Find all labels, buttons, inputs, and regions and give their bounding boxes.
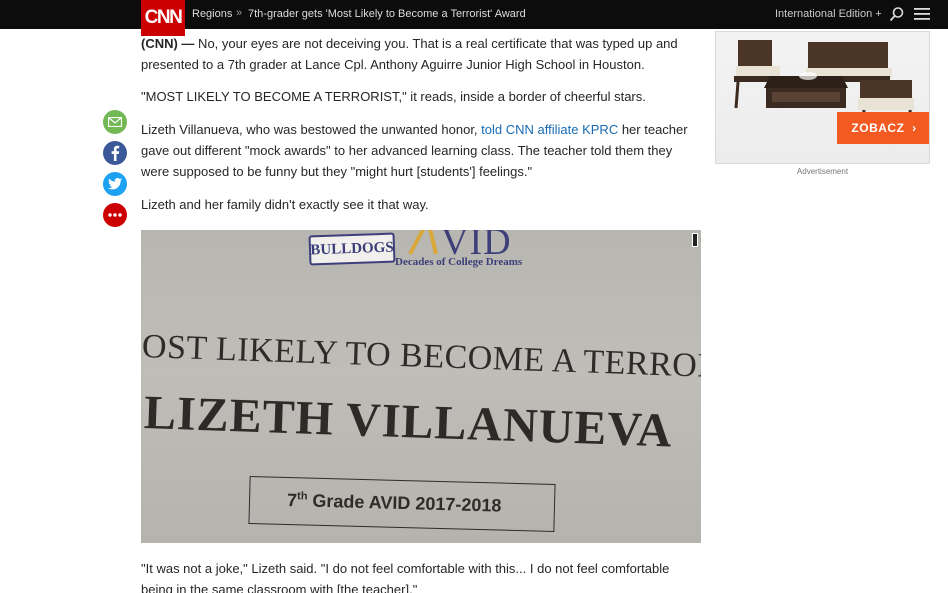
email-share-button[interactable] xyxy=(103,110,127,134)
ad-cta-label: ZOBACZ xyxy=(851,121,905,135)
facebook-icon xyxy=(111,145,120,161)
advertisement-banner[interactable]: ZOBACZ › xyxy=(715,31,930,164)
article-paragraph-5: "It was not a joke," Lizeth said. "I do … xyxy=(141,561,670,593)
twitter-share-button[interactable] xyxy=(103,172,127,196)
photo-options-icon[interactable] xyxy=(692,233,698,247)
avid-tagline: Decades of College Dreams xyxy=(395,256,523,268)
menu-icon[interactable] xyxy=(914,7,930,21)
breadcrumb-title: 7th-grader gets 'Most Likely to Become a… xyxy=(248,8,526,20)
article-paragraph-3: Lizeth Villanueva, who was bestowed the … xyxy=(141,119,701,182)
patio-furniture-image xyxy=(734,40,914,133)
award-title: OST LIKELY TO BECOME A TERRORIS xyxy=(141,328,701,387)
article-paragraph-1: (CNN) — No, your eyes are not deceiving … xyxy=(141,33,701,75)
email-icon xyxy=(108,117,122,127)
advertisement-label: Advertisement xyxy=(796,167,849,176)
avid-logo-mark xyxy=(408,230,438,255)
cnn-logo[interactable]: CNN xyxy=(141,0,185,36)
chevron-right-icon: › xyxy=(912,121,917,135)
grade-number: 7 xyxy=(286,490,298,511)
breadcrumb-section[interactable]: Regions xyxy=(192,8,232,20)
article-photo-certificate: BULLDOGS VID Decades of College Dreams O… xyxy=(141,230,701,543)
paragraph-text: No, your eyes are not deceiving you. Tha… xyxy=(141,36,678,72)
award-recipient: LIZETH VILLANUEVA xyxy=(143,386,674,458)
kprc-link[interactable]: told CNN affiliate KPRC xyxy=(481,122,618,137)
grade-text: Grade AVID 2017-2018 xyxy=(307,490,502,516)
article-paragraph-2: "MOST LIKELY TO BECOME A TERRORIST," it … xyxy=(141,89,646,104)
bulldogs-logo: BULLDOGS xyxy=(308,232,396,266)
paragraph-text: Lizeth Villanueva, who was bestowed the … xyxy=(141,122,482,137)
twitter-icon xyxy=(108,178,122,190)
more-share-button[interactable] xyxy=(103,203,127,227)
facebook-share-button[interactable] xyxy=(103,141,127,165)
search-icon[interactable] xyxy=(889,6,905,22)
more-icon xyxy=(108,213,122,217)
breadcrumb-separator: » xyxy=(236,7,243,19)
ad-cta-button[interactable]: ZOBACZ › xyxy=(837,112,929,144)
edition-selector[interactable]: International Edition + xyxy=(775,8,882,20)
article-paragraph-4: Lizeth and her family didn't exactly see… xyxy=(141,197,429,212)
dateline: (CNN) — xyxy=(141,36,195,51)
